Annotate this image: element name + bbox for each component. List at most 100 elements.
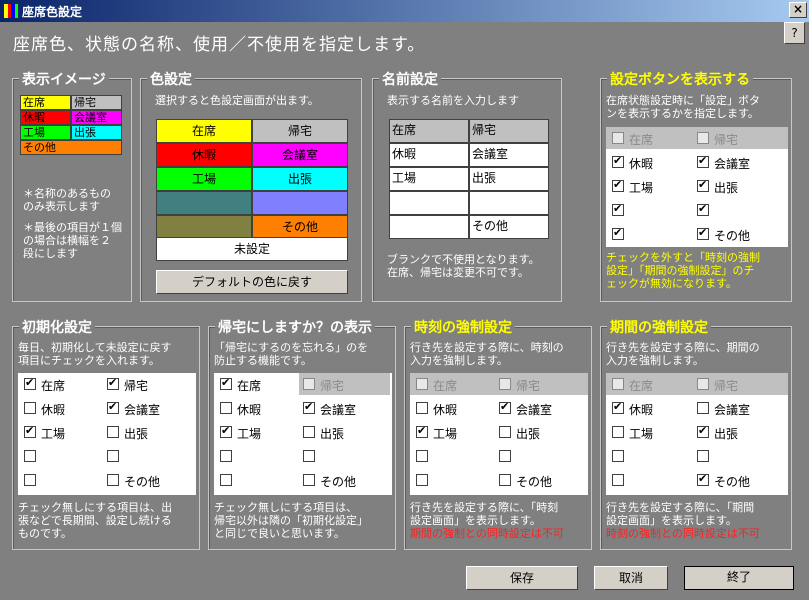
checkbox[interactable] xyxy=(220,424,232,438)
checkbox[interactable] xyxy=(416,474,428,486)
checkbox[interactable] xyxy=(303,426,315,438)
legend-item: 工場 xyxy=(20,125,71,140)
name-input[interactable]: 休暇 xyxy=(389,143,469,167)
period-warning: 時刻の強制との同時設定は不可 xyxy=(606,527,760,540)
checkbox[interactable] xyxy=(24,474,36,486)
color-cell[interactable]: 工場 xyxy=(156,167,252,191)
checkbox[interactable] xyxy=(416,424,428,438)
checkbox[interactable] xyxy=(24,402,36,414)
exit-button[interactable]: 終了 xyxy=(684,566,794,590)
checkbox[interactable] xyxy=(612,226,624,240)
checkbox[interactable] xyxy=(24,376,36,390)
checkbox[interactable] xyxy=(612,400,624,414)
checkbox-label: 会議室 xyxy=(714,403,751,417)
name-input[interactable] xyxy=(389,191,469,215)
checkbox[interactable] xyxy=(697,178,709,192)
color-cell[interactable]: 在席 xyxy=(156,119,252,143)
checkbox[interactable] xyxy=(220,450,232,462)
save-button[interactable]: 保存 xyxy=(466,566,578,590)
checkbox[interactable] xyxy=(612,178,624,192)
time-warning: 期間の強制との同時設定は不可 xyxy=(410,527,564,540)
checkbox[interactable] xyxy=(220,402,232,414)
show-button-panel: 在席 帰宅休暇 会議室工場 出張その他 xyxy=(606,127,788,247)
name-title: 名前設定 xyxy=(379,69,441,89)
checkbox[interactable] xyxy=(220,376,232,390)
checkbox-label: 工場 xyxy=(237,427,262,441)
checkbox-label: 会議室 xyxy=(714,157,751,171)
name-input[interactable]: その他 xyxy=(469,215,549,239)
name-input[interactable]: 工場 xyxy=(389,167,469,191)
checkbox[interactable] xyxy=(107,474,119,486)
checkbox[interactable] xyxy=(697,154,709,168)
color-group: 色設定 選択すると色設定画面が出ます。 在席 帰宅 休暇 会議室 工場 出張 その他 未設定… xyxy=(140,69,362,302)
name-group: 名前設定 表示する名前を入力します 在席 帰宅 休暇 会議室 工場 出張 その他 ブランクで… xyxy=(372,69,562,302)
checkbox[interactable] xyxy=(416,450,428,462)
checkbox[interactable] xyxy=(107,400,119,414)
checkbox-label: 出張 xyxy=(714,181,739,195)
checkbox-label: 休暇 xyxy=(237,403,262,417)
checkbox[interactable] xyxy=(220,474,232,486)
checkbox[interactable] xyxy=(24,450,36,462)
default-color-button[interactable]: デフォルトの色に戻す xyxy=(156,270,348,294)
color-cell[interactable] xyxy=(156,215,252,239)
checkbox[interactable] xyxy=(107,450,119,462)
name-input[interactable] xyxy=(469,191,549,215)
name-input[interactable] xyxy=(389,215,469,239)
checkbox[interactable] xyxy=(24,424,36,438)
checkbox[interactable] xyxy=(697,226,709,240)
checkbox[interactable] xyxy=(697,402,709,414)
show-button-note: チェックを外すと「時刻の強制 設定」「期間の強制設定」のチ ェックが無効になりま… xyxy=(606,251,760,290)
checkbox xyxy=(612,378,624,390)
checkbox[interactable] xyxy=(697,424,709,438)
checkbox[interactable] xyxy=(612,426,624,438)
color-cell[interactable] xyxy=(252,191,348,215)
checkbox[interactable] xyxy=(499,474,511,486)
legend-item: 会議室 xyxy=(71,110,122,125)
checkbox-label: その他 xyxy=(320,475,357,489)
preview-title: 表示イメージ xyxy=(19,69,109,89)
checkbox[interactable] xyxy=(303,450,315,462)
checkbox[interactable] xyxy=(303,400,315,414)
color-cell[interactable]: 帰宅 xyxy=(252,119,348,143)
checkbox[interactable] xyxy=(107,426,119,438)
color-cell[interactable]: 会議室 xyxy=(252,143,348,167)
checkbox-label: 帰宅 xyxy=(714,133,739,147)
preview-note-1: ＊名称のあるもの のみ表示します xyxy=(23,187,111,213)
checkbox[interactable] xyxy=(612,202,624,216)
checkbox[interactable] xyxy=(697,472,709,486)
preview-group: 表示イメージ 在席 帰宅 休暇 会議室 工場 出張 その他 ＊名称のあるもの のみ表示します… xyxy=(12,69,132,302)
checkbox[interactable] xyxy=(499,450,511,462)
checkbox[interactable] xyxy=(612,474,624,486)
checkbox[interactable] xyxy=(612,450,624,462)
color-cell[interactable]: その他 xyxy=(252,215,348,239)
color-cell[interactable] xyxy=(156,191,252,215)
help-button[interactable]: ? xyxy=(784,22,805,44)
legend-item: 出張 xyxy=(71,125,122,140)
checkbox-label: 工場 xyxy=(433,427,458,441)
init-title: 初期化設定 xyxy=(19,317,95,337)
checkbox-label: 出張 xyxy=(516,427,541,441)
checkbox-label: 休暇 xyxy=(629,403,654,417)
checkbox[interactable] xyxy=(499,400,511,414)
checkbox[interactable] xyxy=(697,202,709,216)
close-button[interactable]: × xyxy=(789,2,807,18)
checkbox[interactable] xyxy=(612,154,624,168)
cancel-button[interactable]: 取消 xyxy=(594,566,668,590)
checkbox-label: 出張 xyxy=(124,427,149,441)
checkbox-label: 在席 xyxy=(629,379,654,393)
name-input[interactable]: 出張 xyxy=(469,167,549,191)
checkbox-label: 休暇 xyxy=(41,403,66,417)
checkbox[interactable] xyxy=(697,450,709,462)
color-cell[interactable]: 出張 xyxy=(252,167,348,191)
color-cell[interactable]: 休暇 xyxy=(156,143,252,167)
checkbox[interactable] xyxy=(107,376,119,390)
legend-item: 帰宅 xyxy=(71,95,122,110)
color-unset-cell[interactable]: 未設定 xyxy=(156,237,348,261)
period-group: 期間の強制設定 行き先を設定する際に、期間の 入力を強制します。 在席 帰宅休暇 会… xyxy=(600,317,792,550)
checkbox[interactable] xyxy=(303,474,315,486)
preview-note-2: ＊最後の項目が１個 の場合は横幅を２ 段にします xyxy=(23,221,122,260)
time-title: 時刻の強制設定 xyxy=(411,317,515,337)
checkbox[interactable] xyxy=(499,426,511,438)
checkbox[interactable] xyxy=(416,402,428,414)
name-input[interactable]: 会議室 xyxy=(469,143,549,167)
